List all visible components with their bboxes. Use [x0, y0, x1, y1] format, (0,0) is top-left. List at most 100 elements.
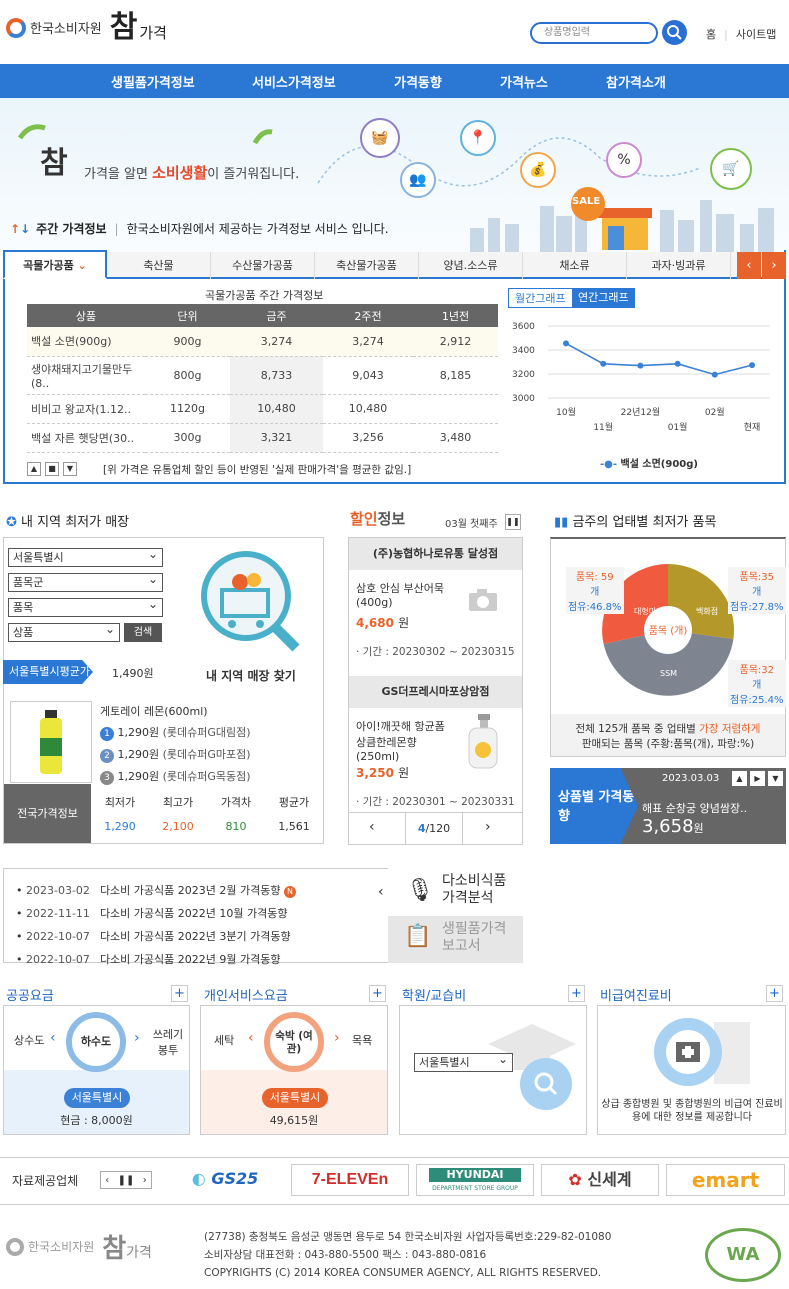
category-select[interactable]: 품목군: [8, 571, 163, 592]
personal-left[interactable]: 세탁: [214, 1032, 234, 1048]
camera-icon: [469, 589, 497, 611]
discount-item-name-2[interactable]: 아이!깨끗해 항균폼 상큼한레몬향 (250ml): [356, 718, 456, 763]
scroll-down-button[interactable]: ▼: [63, 462, 77, 476]
nav-service-price[interactable]: 서비스가격정보: [252, 72, 336, 91]
brand-gs25[interactable]: ◐ GS25: [166, 1164, 284, 1196]
partners-prev-button[interactable]: ‹: [105, 1175, 109, 1186]
partners-pause-button[interactable]: ❚❚: [118, 1175, 135, 1186]
sitemap-link[interactable]: 사이트맵: [736, 28, 776, 41]
nav-price-news[interactable]: 가격뉴스: [500, 72, 548, 91]
main-nav: 생필품가격정보 서비스가격정보 가격동향 가격뉴스 참가격소개: [0, 64, 789, 98]
personal-fee-title[interactable]: 개인서비스요금: [204, 985, 288, 1004]
list-item: 3 1,290원 (롯데슈퍼G목동점): [100, 768, 251, 785]
analysis-prev-button[interactable]: ‹: [378, 884, 384, 900]
discount-price-2: 3,250 원: [356, 766, 410, 780]
search-input[interactable]: 상품명입력: [530, 22, 658, 44]
personal-right[interactable]: 목욕: [352, 1032, 372, 1048]
scroll-up-button[interactable]: ▲: [27, 462, 41, 476]
nav-price-trend[interactable]: 가격동향: [394, 72, 442, 91]
data-point[interactable]: [711, 371, 718, 378]
search-icon: [667, 25, 682, 40]
tab-sauce[interactable]: 양념.소스류: [419, 252, 523, 279]
news-item[interactable]: • 2023-03-02 다소비 가공식품 2023년 2월 가격동향 N: [16, 882, 296, 898]
tab-meat-processed[interactable]: 축산물가공품: [315, 252, 419, 279]
site-logo[interactable]: 한국소비자원 참 가격: [6, 12, 167, 43]
tab-monthly-graph[interactable]: 월간그래프: [508, 288, 573, 308]
academy-fee-title[interactable]: 학원/교습비: [402, 985, 466, 1004]
public-left[interactable]: 상수도: [14, 1032, 44, 1048]
news-item[interactable]: • 2022-10-07 다소비 가공식품 2022년 9월 가격동향: [16, 951, 296, 967]
brand-emart[interactable]: emart: [666, 1164, 785, 1196]
rank-list: 1 1,290원 (롯데슈퍼G대림점) 2 1,290원 (롯데슈퍼G마포점) …: [100, 724, 251, 785]
brand-shinsegae[interactable]: ✿ 신세계: [541, 1164, 659, 1196]
public-fee-title[interactable]: 공공요금: [6, 985, 54, 1004]
public-fee-more-button[interactable]: +: [171, 985, 188, 1002]
public-next-icon[interactable]: ›: [134, 1030, 140, 1046]
list-item: 1 1,290원 (롯데슈퍼G대림점): [100, 724, 251, 741]
brand-hyundai[interactable]: HYUNDAI DEPARTMENT STORE GROUP: [416, 1164, 534, 1196]
discount-period-1: · 기간 : 20230302 ~ 20230315: [356, 646, 515, 658]
tab-livestock[interactable]: 축산물: [107, 252, 211, 279]
product-select[interactable]: 상품: [8, 621, 120, 642]
banner-tagline: 가격을 알면 소비생활이 즐거워집니다.: [84, 164, 300, 182]
y-tick-label: 3200: [512, 370, 535, 380]
footer-logo-icon: [6, 1237, 24, 1256]
news-item[interactable]: • 2022-11-11 다소비 가공식품 2022년 10월 가격동향: [16, 905, 296, 921]
public-region-badge: 서울특별시: [64, 1088, 130, 1108]
data-point[interactable]: [637, 362, 644, 369]
cart-search-icon[interactable]: [196, 548, 306, 653]
data-point[interactable]: [674, 360, 681, 367]
discount-store-2: GS더프레시마포상암점: [349, 676, 522, 708]
brand-7eleven[interactable]: 7-ELEVEn: [291, 1164, 409, 1196]
next-page-button[interactable]: ›: [485, 819, 491, 835]
table-row[interactable]: 백설 소면(900g) 900g 3,274 3,274 2,912: [27, 327, 498, 357]
discount-item-name-1[interactable]: 삼호 안심 부산어묵 (400g): [356, 580, 456, 609]
personal-prev-icon[interactable]: ‹: [248, 1030, 254, 1046]
scroll-stop-button[interactable]: ■: [45, 462, 59, 476]
tab-prev-button[interactable]: ‹: [737, 252, 761, 279]
money-bag-icon: 💰: [520, 152, 556, 188]
item-select[interactable]: 품목: [8, 596, 163, 617]
table-row[interactable]: 생야채돼지고기물만두(8.. 800g 8,733 9,043 8,185: [27, 356, 498, 395]
medical-more-button[interactable]: +: [766, 985, 783, 1002]
partners-next-button[interactable]: ›: [143, 1175, 147, 1186]
trend-up-button[interactable]: ▲: [732, 771, 747, 786]
medical-fee-title[interactable]: 비급여진료비: [600, 985, 672, 1004]
tab-seafood[interactable]: 수산물가공품: [211, 252, 315, 279]
gs-leaf-icon: ◐: [191, 1169, 206, 1188]
search-button[interactable]: [662, 20, 687, 45]
banner-logo: 참: [40, 146, 68, 181]
trend-down-button[interactable]: ▼: [768, 771, 783, 786]
personal-center[interactable]: 숙박 (여관): [264, 1012, 324, 1072]
news-item[interactable]: • 2022-10-07 다소비 가공식품 2022년 3분기 가격동향: [16, 928, 296, 944]
trend-price: 3,658원: [642, 816, 704, 837]
analysis-item-1[interactable]: 🎙 다소비식품 가격분석: [388, 868, 523, 916]
tab-grain[interactable]: 곡물가공품 ⌄: [3, 250, 107, 279]
region-search-button[interactable]: 검색: [124, 623, 162, 642]
table-row[interactable]: 비비고 왕교자(1.12.. 1120g 10,480 10,480: [27, 394, 498, 424]
nav-daily-price[interactable]: 생필품가격정보: [111, 72, 195, 91]
pause-button[interactable]: ❚❚: [505, 514, 521, 530]
prev-page-button[interactable]: ‹: [369, 819, 375, 835]
public-center[interactable]: 하수도: [66, 1012, 126, 1072]
personal-fee-more-button[interactable]: +: [369, 985, 386, 1002]
public-prev-icon[interactable]: ‹: [50, 1030, 56, 1046]
academy-region-select[interactable]: 서울특별시: [414, 1051, 513, 1072]
tab-snack[interactable]: 과자·빙과류: [627, 252, 731, 279]
tab-vegetable[interactable]: 채소류: [523, 252, 627, 279]
table-row[interactable]: 백설 자른 햇당면(30.. 300g 3,321 3,256 3,480: [27, 423, 498, 453]
data-point[interactable]: [749, 362, 755, 369]
data-point[interactable]: [600, 360, 607, 367]
city-select[interactable]: 서울특별시: [8, 546, 163, 567]
tab-yearly-graph[interactable]: 연간그래프: [572, 288, 635, 308]
personal-next-icon[interactable]: ›: [334, 1030, 340, 1046]
nav-about[interactable]: 참가격소개: [606, 72, 666, 91]
public-right[interactable]: 쓰레기 봉투: [150, 1026, 186, 1058]
tab-next-button[interactable]: ›: [762, 252, 786, 279]
academy-more-button[interactable]: +: [568, 985, 585, 1002]
new-badge: N: [283, 886, 296, 898]
data-point[interactable]: [563, 340, 569, 347]
trend-play-button[interactable]: ▶: [750, 771, 765, 786]
home-link[interactable]: 홈: [706, 28, 716, 41]
analysis-item-2[interactable]: 📋 생필품가격 보고서: [388, 916, 523, 963]
